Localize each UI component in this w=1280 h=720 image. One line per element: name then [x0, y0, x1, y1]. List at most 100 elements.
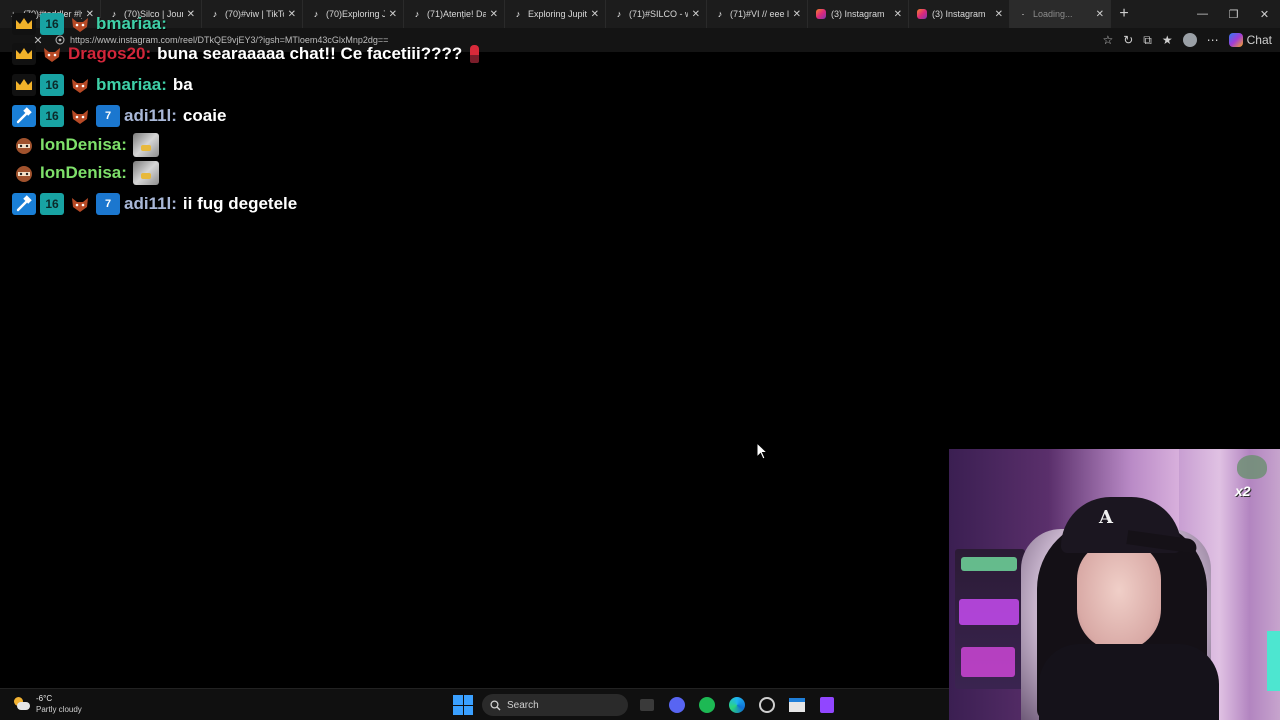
close-icon[interactable]: ✕: [187, 9, 195, 20]
twitch-app[interactable]: [816, 694, 838, 716]
fox-badge-icon: [40, 43, 64, 65]
chat-message: 16 7 adi11l: ii fug degetele: [12, 191, 297, 217]
extensions-icon[interactable]: ⧉: [1143, 33, 1152, 48]
tab-title: (71)Atenție! David: [427, 9, 486, 19]
sub-badge-icon: 16: [40, 193, 64, 215]
edge-icon: [729, 697, 745, 713]
close-window-icon[interactable]: ✕: [1249, 0, 1280, 28]
chat-username[interactable]: IonDenisa:: [40, 135, 127, 155]
task-view-button[interactable]: [636, 694, 658, 716]
weather-text: -6°C Partly cloudy: [36, 693, 82, 715]
discord-app[interactable]: [666, 694, 688, 716]
copilot-chat-button[interactable]: Chat: [1228, 33, 1272, 47]
clock-icon: [759, 697, 775, 713]
chat-username[interactable]: bmariaa:: [96, 75, 167, 95]
raccoon-badge-icon: [12, 162, 36, 184]
moderator-hammer-icon: [12, 193, 36, 215]
tab-title: (3) Instagram: [932, 9, 986, 19]
close-icon[interactable]: ✕: [894, 9, 902, 20]
chat-text: buna searaaaaa chat!! Ce facetiii????: [157, 44, 463, 63]
browser-tab[interactable]: (3) Instagram ✕: [808, 0, 909, 28]
search-label: Search: [507, 699, 539, 711]
chat-message: 16 7 adi11l: coaie: [12, 103, 226, 129]
fox-badge-icon: [68, 13, 92, 35]
browser-tab[interactable]: ♪ (71)Atenție! David ✕: [404, 0, 505, 28]
sub-badge-icon: 16: [40, 105, 64, 127]
copilot-label: Chat: [1246, 33, 1272, 47]
chat-message: 16 bmariaa:: [12, 11, 173, 37]
copilot-icon: [1228, 33, 1243, 47]
raccoon-badge-icon: [12, 134, 36, 156]
tiktok-icon: ♪: [414, 9, 420, 19]
emote-image: [132, 161, 159, 185]
close-icon[interactable]: ✕: [692, 9, 700, 20]
windows-taskbar: -6°C Partly cloudy Search: [0, 688, 949, 720]
weather-widget[interactable]: -6°C Partly cloudy: [12, 693, 82, 715]
chat-message: 16 bmariaa: ba: [12, 72, 193, 98]
chat-username[interactable]: IonDenisa:: [40, 163, 127, 183]
fox-badge-icon: [68, 74, 92, 96]
browser-tab-active[interactable]: · Loading... ✕: [1010, 0, 1111, 28]
tab-title: (70)Exploring Jupi: [326, 9, 385, 19]
multiplier-label: x2: [1235, 483, 1251, 499]
store-app[interactable]: [786, 694, 808, 716]
fox-badge-icon: [68, 105, 92, 127]
minimize-icon[interactable]: —: [1187, 0, 1218, 28]
crown-badge-icon: [12, 74, 36, 96]
browser-tab[interactable]: ♪ (71)#SILCO - why ✕: [606, 0, 707, 28]
sub-badge-icon: 16: [40, 74, 64, 96]
weather-temperature: -6°C: [36, 694, 53, 703]
browser-tab[interactable]: ♪ (70)#viw | TikTok ✕: [202, 0, 303, 28]
start-button[interactable]: [452, 694, 474, 716]
close-icon[interactable]: ✕: [995, 9, 1003, 20]
close-icon[interactable]: ✕: [1096, 9, 1104, 20]
streamer-face: [1077, 541, 1161, 651]
tab-title: Exploring Jupiter: [528, 9, 587, 19]
chat-username[interactable]: adi11l:: [124, 194, 177, 214]
restore-icon[interactable]: ❐: [1218, 0, 1249, 28]
store-icon: [789, 698, 805, 712]
browser-tab[interactable]: (3) Instagram ✕: [909, 0, 1010, 28]
tiktok-icon: ♪: [212, 9, 218, 19]
frog-mascot-icon: [1237, 455, 1267, 479]
browser-tab[interactable]: ♪ (71)#VI // eee l ✕: [707, 0, 808, 28]
webcam-teal-light: [1267, 631, 1280, 691]
close-icon[interactable]: ✕: [288, 9, 296, 20]
screen: ♪ (70)#toddler #ly ✕ ♪ (70)Silco | Journ…: [0, 0, 1280, 720]
browser-tab[interactable]: ♪ (70)Exploring Jupi ✕: [303, 0, 404, 28]
webcam-neon-light: [961, 647, 1015, 677]
twitch-icon: [820, 697, 834, 713]
chat-message: Dragos20: buna searaaaaa chat!! Ce facet…: [12, 41, 480, 67]
edge-app[interactable]: [726, 694, 748, 716]
profile-avatar[interactable]: [1182, 33, 1197, 47]
chat-username[interactable]: bmariaa:: [96, 14, 167, 34]
tab-title: (70)#viw | TikTok: [225, 9, 284, 19]
fox-badge-icon: [68, 193, 92, 215]
close-icon[interactable]: ✕: [389, 9, 397, 20]
favorite-star-icon[interactable]: ☆: [1102, 33, 1113, 47]
new-tab-icon[interactable]: +: [1111, 5, 1137, 23]
instagram-icon: [917, 9, 927, 19]
favorites-icon[interactable]: ★: [1162, 33, 1173, 47]
spotify-app[interactable]: [696, 694, 718, 716]
tab-title: (3) Instagram: [831, 9, 885, 19]
lipstick-emote-icon: [470, 45, 480, 63]
chat-username[interactable]: adi11l:: [124, 106, 177, 126]
emote-image: [132, 133, 159, 157]
close-icon[interactable]: ✕: [490, 9, 498, 20]
more-menu-icon[interactable]: ⋯: [1207, 33, 1219, 47]
tiktok-icon: ♪: [616, 9, 622, 19]
refresh-icon[interactable]: ↻: [1123, 33, 1133, 47]
discord-icon: [669, 697, 685, 713]
browser-tab[interactable]: ♪ Exploring Jupiter ✕: [505, 0, 606, 28]
streamer-webcam: A x2: [949, 449, 1280, 720]
chat-username[interactable]: Dragos20:: [68, 44, 151, 64]
chat-message: IonDenisa:: [12, 132, 159, 158]
close-icon[interactable]: ✕: [591, 9, 599, 20]
mouse-cursor-icon: [756, 442, 768, 460]
taskbar-search[interactable]: Search: [482, 694, 628, 716]
weather-description: Partly cloudy: [36, 705, 82, 714]
close-icon[interactable]: ✕: [793, 9, 801, 20]
tiktok-icon: ♪: [515, 9, 521, 19]
clock-app[interactable]: [756, 694, 778, 716]
